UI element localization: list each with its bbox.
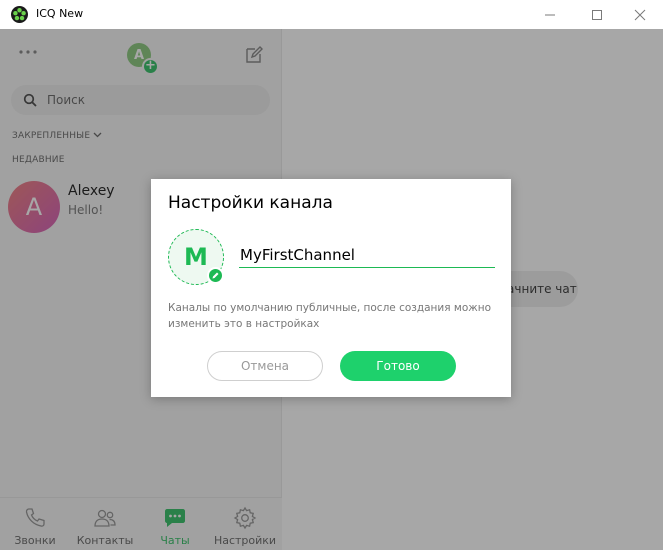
channel-settings-dialog: Настройки канала M Каналы по умолчанию п… bbox=[151, 179, 511, 397]
pencil-icon bbox=[212, 272, 219, 279]
maximize-button[interactable] bbox=[574, 0, 620, 29]
minimize-button[interactable] bbox=[527, 0, 573, 29]
title-bar: ICQ New bbox=[0, 0, 663, 29]
minimize-icon bbox=[545, 14, 555, 15]
channel-name-input[interactable] bbox=[239, 242, 495, 268]
cancel-button[interactable]: Отмена bbox=[207, 351, 323, 381]
maximize-icon bbox=[592, 9, 602, 20]
edit-avatar-button[interactable] bbox=[207, 267, 224, 284]
done-button[interactable]: Готово bbox=[340, 351, 456, 381]
close-icon bbox=[634, 9, 646, 20]
app-title: ICQ New bbox=[36, 7, 84, 20]
dialog-title: Настройки канала bbox=[168, 193, 333, 213]
icq-flower-icon bbox=[11, 6, 28, 23]
hint-text: Каналы по умолчанию публичные, после соз… bbox=[168, 302, 491, 330]
close-button[interactable] bbox=[617, 0, 663, 29]
